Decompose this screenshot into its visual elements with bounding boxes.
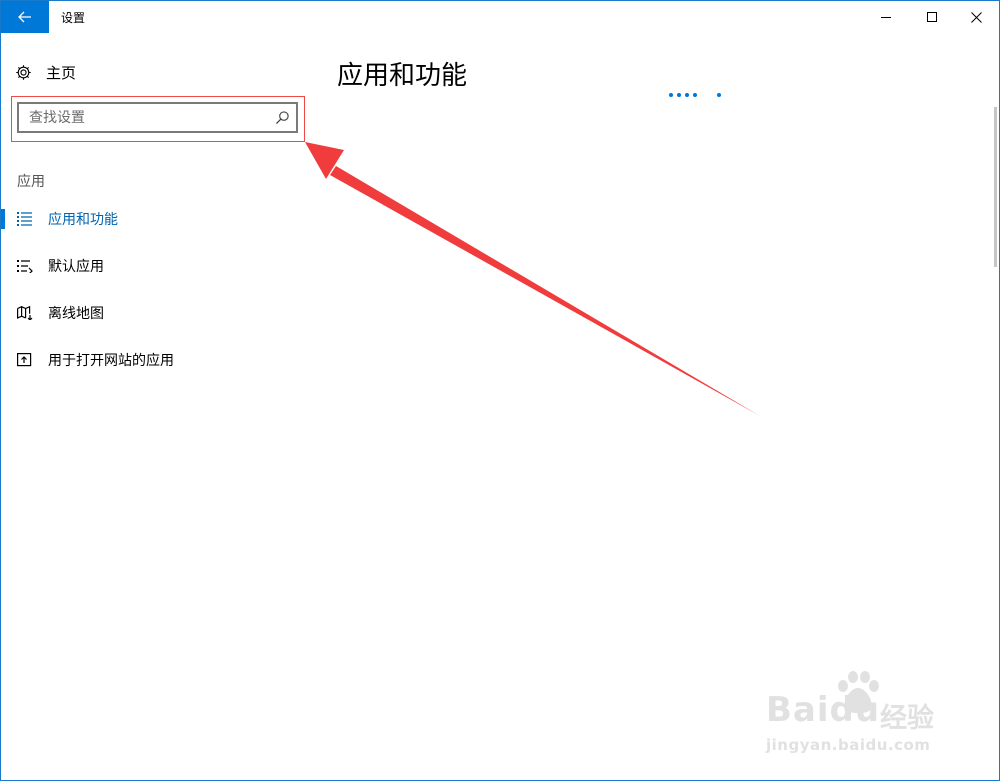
page-title: 应用和功能	[337, 61, 468, 91]
section-label-apps: 应用	[17, 174, 45, 190]
close-icon	[970, 11, 982, 23]
minimize-button[interactable]	[863, 1, 909, 33]
watermark-url: jingyan.baidu.com	[766, 736, 931, 754]
default-apps-icon	[17, 260, 33, 273]
close-button[interactable]	[953, 1, 999, 33]
search-icon[interactable]	[275, 110, 290, 125]
search-box[interactable]	[17, 102, 298, 133]
back-arrow-icon	[18, 11, 31, 23]
sidebar-item-label: 应用和功能	[48, 212, 118, 228]
title-bar: 设置	[1, 1, 999, 33]
scrollbar[interactable]	[994, 107, 997, 267]
loading-dots	[669, 93, 729, 99]
back-button[interactable]	[1, 1, 49, 33]
search-input[interactable]	[29, 108, 259, 128]
sidebar-item-default-apps[interactable]: 默认应用	[1, 248, 301, 284]
sidebar-item-apps-features[interactable]: 应用和功能	[1, 201, 301, 237]
watermark-brand-cn: 经验	[880, 703, 934, 734]
sidebar-item-offline-maps[interactable]: 离线地图	[1, 295, 301, 331]
sidebar-item-label: 默认应用	[48, 259, 104, 275]
baidu-watermark: Baidu 经验 jingyan.baidu.com	[764, 668, 954, 763]
offline-maps-icon	[17, 306, 33, 320]
window-title: 设置	[61, 11, 86, 25]
sidebar-item-apps-for-websites[interactable]: 用于打开网站的应用	[1, 342, 301, 378]
maximize-icon	[927, 12, 937, 22]
apps-features-icon	[17, 212, 32, 226]
home-label: 主页	[46, 63, 77, 82]
apps-for-websites-icon	[17, 353, 32, 367]
sidebar-item-home[interactable]: 主页	[15, 61, 76, 83]
settings-window: 设置 主页 应用	[0, 0, 1000, 781]
sidebar-item-label: 离线地图	[48, 306, 104, 322]
active-indicator	[1, 209, 5, 229]
maximize-button[interactable]	[909, 1, 955, 33]
sidebar-item-label: 用于打开网站的应用	[48, 353, 174, 369]
gear-icon	[16, 64, 31, 80]
watermark-brand: Baidu	[766, 690, 881, 730]
minimize-icon	[881, 17, 891, 18]
